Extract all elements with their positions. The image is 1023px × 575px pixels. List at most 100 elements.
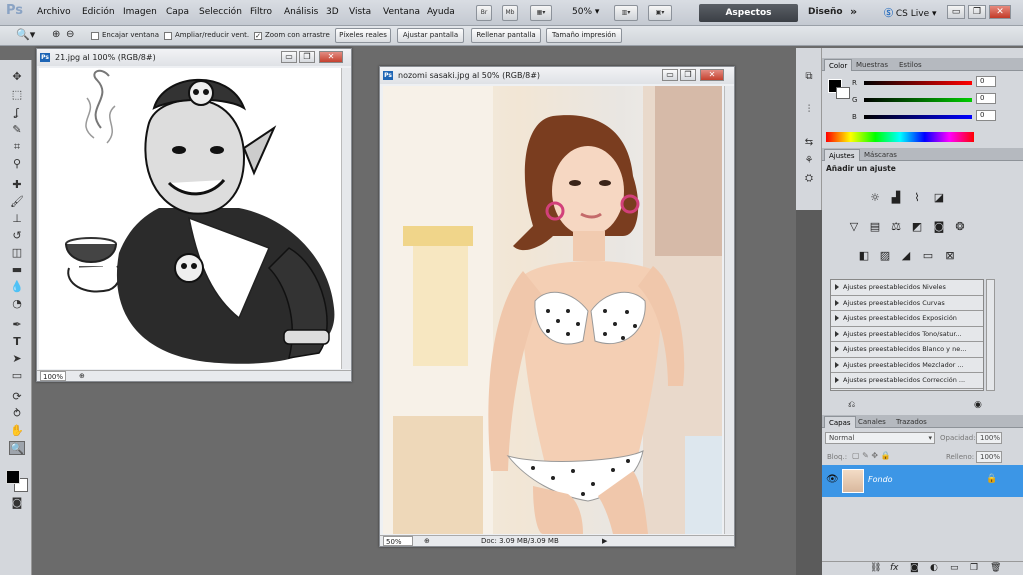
tab-masks[interactable]: Máscaras bbox=[860, 149, 901, 161]
tab-channels[interactable]: Canales bbox=[854, 416, 890, 428]
blend-mode-select[interactable]: Normal ▾ bbox=[825, 432, 935, 444]
print-size-button[interactable]: Tamaño impresión bbox=[546, 28, 622, 43]
brightness-contrast-icon[interactable]: ☼ bbox=[868, 191, 882, 205]
preset-channel-mixer[interactable]: Ajustes preestablecidos Mezclador ... bbox=[831, 358, 983, 373]
fill-input[interactable]: 100% bbox=[976, 451, 1002, 463]
zoom-tool-preset-icon[interactable]: 🔍▾ bbox=[16, 28, 35, 41]
black-white-icon[interactable]: ◩ bbox=[910, 220, 924, 234]
doc1-restore-button[interactable]: ❐ bbox=[299, 51, 315, 63]
zoom-level-dropdown[interactable]: 50% ▾ bbox=[572, 7, 599, 17]
exposure-icon[interactable]: ◪ bbox=[932, 191, 946, 205]
extras-dropdown[interactable]: ▦▾ bbox=[530, 5, 552, 21]
path-selection-tool-icon[interactable]: ➤ bbox=[9, 352, 25, 366]
add-mask-icon[interactable]: ◙ bbox=[910, 563, 919, 573]
menu-seleccion[interactable]: Selección bbox=[199, 7, 242, 17]
opacity-input[interactable]: 100% bbox=[976, 432, 1002, 444]
clone-stamp-tool-icon[interactable]: ⊥ bbox=[9, 212, 25, 226]
green-value-input[interactable]: 0 bbox=[976, 93, 996, 104]
zoom-all-checkbox[interactable] bbox=[164, 32, 172, 40]
zoom-in-icon[interactable]: ⊕ bbox=[52, 29, 60, 40]
zoom-tool-icon[interactable]: 🔍 bbox=[9, 441, 25, 455]
color-balance-icon[interactable]: ⚖ bbox=[889, 220, 903, 234]
delete-layer-icon[interactable]: 🗑 bbox=[990, 563, 1001, 573]
doc2-minimize-button[interactable]: ▭ bbox=[662, 69, 678, 81]
quick-selection-tool-icon[interactable]: ✎ bbox=[9, 123, 25, 137]
doc2-restore-button[interactable]: ❐ bbox=[680, 69, 696, 81]
healing-brush-tool-icon[interactable]: ✚ bbox=[9, 178, 25, 192]
photo-filter-icon[interactable]: ◙ bbox=[932, 220, 946, 234]
history-panel-icon[interactable]: ⧉ bbox=[801, 70, 817, 84]
brush-tool-icon[interactable]: 🖌 bbox=[9, 195, 25, 209]
menu-ventana[interactable]: Ventana bbox=[383, 7, 420, 17]
doc1-minimize-button[interactable]: ▭ bbox=[281, 51, 297, 63]
doc2-zoom-field[interactable]: 50% bbox=[383, 536, 413, 546]
minibridge-button[interactable]: Mb bbox=[502, 5, 518, 21]
clone-source-icon[interactable]: ⛭ bbox=[801, 172, 817, 186]
actions-panel-icon[interactable]: ⫶ bbox=[801, 103, 817, 117]
eyedropper-tool-icon[interactable]: ⚲ bbox=[9, 157, 25, 171]
menu-edicion[interactable]: Edición bbox=[82, 7, 115, 17]
preset-black-white[interactable]: Ajustes preestablecidos Blanco y ne... bbox=[831, 342, 983, 358]
posterize-icon[interactable]: ▨ bbox=[878, 249, 892, 263]
layer-row-fondo[interactable]: 👁 Fondo 🔒 bbox=[822, 465, 1023, 497]
hand-tool-icon[interactable]: ✋ bbox=[9, 424, 25, 438]
menu-vista[interactable]: Vista bbox=[349, 7, 371, 17]
type-tool-icon[interactable]: T bbox=[9, 335, 25, 349]
workspace-design-button[interactable]: Diseño bbox=[808, 7, 843, 17]
clip-to-layer-icon[interactable]: ◉ bbox=[974, 400, 982, 410]
workspace-essentials-button[interactable]: Aspectos esenciales bbox=[699, 4, 798, 36]
vibrance-icon[interactable]: ▽ bbox=[847, 220, 861, 234]
marquee-tool-icon[interactable]: ⬚ bbox=[9, 88, 25, 102]
image-canvas-goblin[interactable] bbox=[39, 68, 342, 369]
doc2-vertical-scrollbar[interactable] bbox=[724, 86, 734, 534]
levels-icon[interactable]: ▟ bbox=[889, 191, 903, 205]
tab-styles[interactable]: Estilos bbox=[895, 59, 926, 71]
preset-exposure[interactable]: Ajustes preestablecidos Exposición bbox=[831, 311, 983, 327]
doc1-close-button[interactable]: ✕ bbox=[319, 51, 343, 63]
preset-hue-saturation[interactable]: Ajustes preestablecidos Tono/satur... bbox=[831, 327, 983, 342]
zoom-out-icon[interactable]: ⊖ bbox=[66, 29, 74, 40]
scrubby-zoom-checkbox[interactable]: ✓ bbox=[254, 32, 262, 40]
actual-pixels-button[interactable]: Píxeles reales bbox=[335, 28, 391, 43]
brush-presets-icon[interactable]: ⚘ bbox=[801, 154, 817, 168]
presets-scrollbar[interactable] bbox=[986, 279, 995, 391]
dodge-tool-icon[interactable]: ◔ bbox=[9, 297, 25, 311]
tab-adjustments[interactable]: Ajustes bbox=[824, 149, 860, 161]
doc2-close-button[interactable]: ✕ bbox=[700, 69, 724, 81]
menu-imagen[interactable]: Imagen bbox=[123, 7, 157, 17]
menu-capa[interactable]: Capa bbox=[166, 7, 189, 17]
tab-color[interactable]: Color bbox=[824, 59, 853, 71]
lasso-tool-icon[interactable]: ʆ bbox=[9, 106, 25, 120]
crop-tool-icon[interactable]: ⌗ bbox=[9, 140, 25, 154]
color-background-swatch[interactable] bbox=[836, 87, 850, 99]
restore-button[interactable]: ❐ bbox=[968, 5, 986, 19]
blue-track[interactable] bbox=[864, 115, 972, 119]
tab-swatches[interactable]: Muestras bbox=[852, 59, 892, 71]
doc1-status-icon[interactable]: ⊕ bbox=[79, 371, 85, 381]
eraser-tool-icon[interactable]: ◫ bbox=[9, 246, 25, 260]
visibility-eye-icon[interactable]: 👁 bbox=[826, 474, 839, 485]
red-track[interactable] bbox=[864, 81, 972, 85]
link-layers-icon[interactable]: ⛓ bbox=[870, 563, 881, 573]
new-layer-icon[interactable]: ❐ bbox=[970, 563, 978, 573]
menu-filtro[interactable]: Filtro bbox=[250, 7, 272, 17]
green-track[interactable] bbox=[864, 98, 972, 102]
status-menu-arrow-icon[interactable]: ▶ bbox=[602, 536, 607, 546]
pen-tool-icon[interactable]: ✒ bbox=[9, 318, 25, 332]
arrange-documents-dropdown[interactable]: ▥▾ bbox=[614, 5, 638, 21]
3d-rotate-tool-icon[interactable]: ⟳ bbox=[9, 390, 25, 404]
color-ramp[interactable] bbox=[826, 132, 974, 142]
blur-tool-icon[interactable]: 💧 bbox=[9, 280, 25, 294]
screen-mode-dropdown[interactable]: ▣▾ bbox=[648, 5, 672, 21]
gradient-map-icon[interactable]: ▭ bbox=[921, 249, 935, 263]
channel-mixer-icon[interactable]: ❂ bbox=[953, 220, 967, 234]
move-tool-icon[interactable]: ✥ bbox=[9, 70, 25, 84]
quick-mask-icon[interactable]: ◙ bbox=[9, 496, 25, 510]
curves-icon[interactable]: ⌇ bbox=[910, 191, 924, 205]
more-workspaces-button[interactable]: » bbox=[850, 5, 857, 18]
doc1-zoom-field[interactable]: 100% bbox=[40, 371, 66, 381]
preset-levels[interactable]: Ajustes preestablecidos Niveles bbox=[831, 280, 983, 296]
resize-windows-checkbox[interactable] bbox=[91, 32, 99, 40]
close-app-button[interactable]: ✕ bbox=[989, 5, 1011, 19]
layer-style-icon[interactable]: fx bbox=[890, 563, 899, 573]
